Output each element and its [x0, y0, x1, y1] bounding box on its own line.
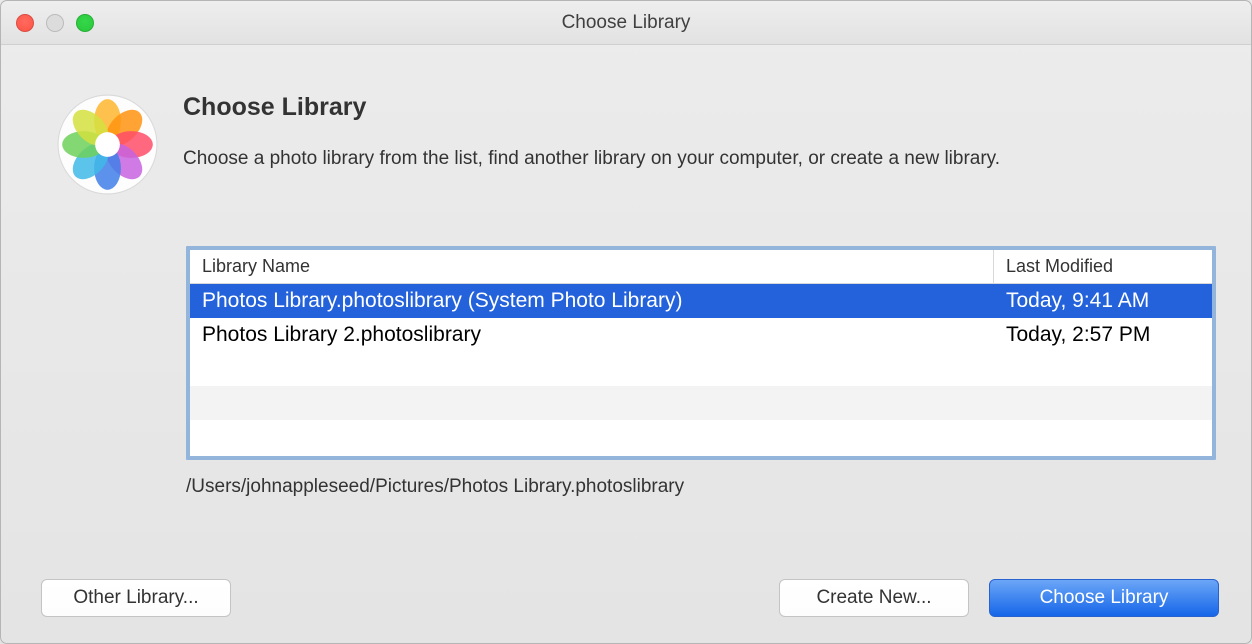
photos-app-icon [56, 93, 159, 196]
traffic-lights [1, 14, 94, 32]
close-button[interactable] [16, 14, 34, 32]
dialog-heading: Choose Library [183, 93, 1221, 122]
table-row[interactable]: Photos Library.photoslibrary (System Pho… [190, 284, 1212, 318]
table-row-empty [190, 420, 1212, 454]
cell-name: Photos Library.photoslibrary (System Pho… [190, 289, 994, 313]
table-header: Library Name Last Modified [190, 250, 1212, 284]
footer-buttons: Other Library... Create New... Choose Li… [1, 579, 1251, 643]
column-library-name[interactable]: Library Name [190, 250, 994, 283]
header-row: Choose Library Choose a photo library fr… [1, 45, 1251, 196]
cell-modified: Today, 9:41 AM [994, 289, 1212, 313]
cell-modified: Today, 2:57 PM [994, 323, 1212, 347]
choose-library-button[interactable]: Choose Library [989, 579, 1219, 617]
titlebar: Choose Library [1, 1, 1251, 45]
column-last-modified[interactable]: Last Modified [994, 250, 1212, 283]
table-body: Photos Library.photoslibrary (System Pho… [190, 284, 1212, 460]
cell-name: Photos Library 2.photoslibrary [190, 323, 994, 347]
window-title: Choose Library [1, 12, 1251, 34]
content-area: Choose Library Choose a photo library fr… [1, 45, 1251, 643]
table-row-empty [190, 386, 1212, 420]
dialog-window: Choose Library [0, 0, 1252, 644]
create-new-button[interactable]: Create New... [779, 579, 969, 617]
minimize-button [46, 14, 64, 32]
other-library-button[interactable]: Other Library... [41, 579, 231, 617]
table-row-empty [190, 352, 1212, 386]
table-row[interactable]: Photos Library 2.photoslibrary Today, 2:… [190, 318, 1212, 352]
selected-path: /Users/johnappleseed/Pictures/Photos Lib… [186, 476, 1216, 498]
dialog-description: Choose a photo library from the list, fi… [183, 146, 1221, 173]
maximize-button[interactable] [76, 14, 94, 32]
library-table[interactable]: Library Name Last Modified Photos Librar… [186, 246, 1216, 460]
header-text: Choose Library Choose a photo library fr… [183, 85, 1221, 173]
